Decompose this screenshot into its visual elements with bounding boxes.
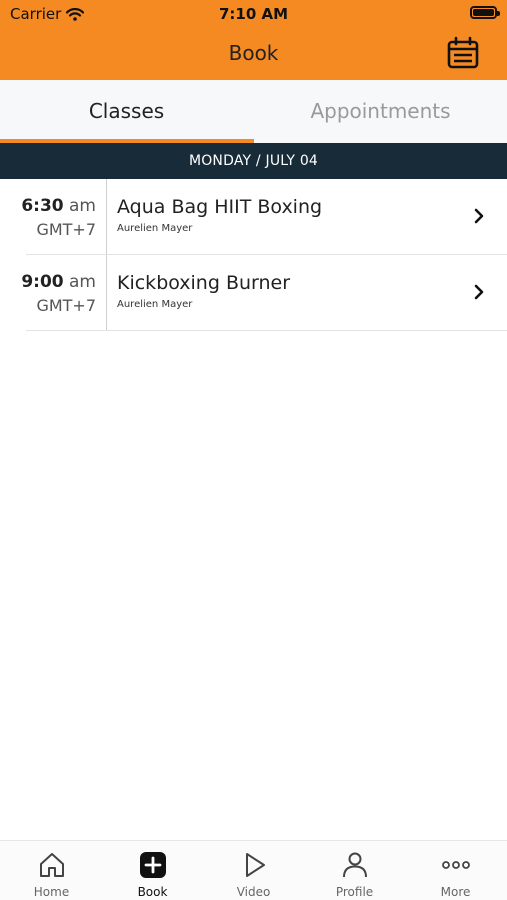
- class-timezone: GMT+7: [36, 220, 96, 239]
- tabbar-more[interactable]: More: [405, 841, 506, 900]
- tab-classes[interactable]: Classes: [0, 80, 253, 143]
- tabbar-profile[interactable]: Profile: [304, 841, 405, 900]
- home-icon: [39, 853, 64, 877]
- time-divider: [106, 179, 107, 255]
- class-instructor: Aurelien Mayer: [117, 223, 193, 234]
- tabbar-book[interactable]: Book: [102, 841, 203, 900]
- play-icon: [245, 853, 265, 877]
- class-timezone: GMT+7: [36, 296, 96, 315]
- class-row[interactable]: 9:00 am GMT+7 Kickboxing Burner Aurelien…: [0, 255, 507, 331]
- chevron-right-icon: [474, 284, 484, 300]
- class-start-time: 9:00: [21, 272, 64, 292]
- tabbar-label: Video: [236, 885, 271, 899]
- row-divider: [26, 330, 507, 331]
- tab-appointments[interactable]: Appointments: [254, 80, 507, 143]
- calendar-icon[interactable]: [446, 36, 480, 70]
- class-time: 9:00 am GMT+7: [0, 255, 106, 331]
- tabbar-video[interactable]: Video: [203, 841, 304, 900]
- status-time: 7:10 AM: [218, 5, 289, 23]
- date-header: MONDAY / JULY 04: [0, 143, 507, 179]
- person-icon: [342, 852, 367, 878]
- header: Carrier 7:10 AM Book: [0, 0, 507, 80]
- class-name: Kickboxing Burner: [117, 272, 291, 294]
- class-name: Aqua Bag HIIT Boxing: [117, 196, 323, 218]
- class-instructor: Aurelien Mayer: [117, 299, 193, 310]
- chevron-right-icon: [474, 208, 484, 224]
- bottom-tab-bar: Home Book Video Profile More: [0, 840, 507, 900]
- class-ampm: am: [69, 272, 96, 292]
- time-divider: [106, 255, 107, 331]
- tabbar-label: Book: [137, 885, 168, 899]
- class-list: 6:30 am GMT+7 Aqua Bag HIIT Boxing Aurel…: [0, 179, 507, 331]
- battery-icon: [470, 6, 500, 19]
- tabbar-label: Home: [33, 885, 70, 899]
- tabbar-label: More: [440, 885, 471, 899]
- class-row[interactable]: 6:30 am GMT+7 Aqua Bag HIIT Boxing Aurel…: [0, 179, 507, 255]
- plus-square-icon: [139, 852, 166, 878]
- tabbar-home[interactable]: Home: [1, 841, 102, 900]
- class-start-time: 6:30: [21, 196, 64, 216]
- class-ampm: am: [69, 196, 96, 216]
- more-dots-icon: [441, 861, 470, 869]
- status-bar: Carrier 7:10 AM: [0, 0, 507, 28]
- class-time: 6:30 am GMT+7: [0, 179, 106, 255]
- segment-tabs: Classes Appointments: [0, 80, 507, 143]
- tabbar-label: Profile: [335, 885, 374, 899]
- page-title: Book: [228, 41, 279, 65]
